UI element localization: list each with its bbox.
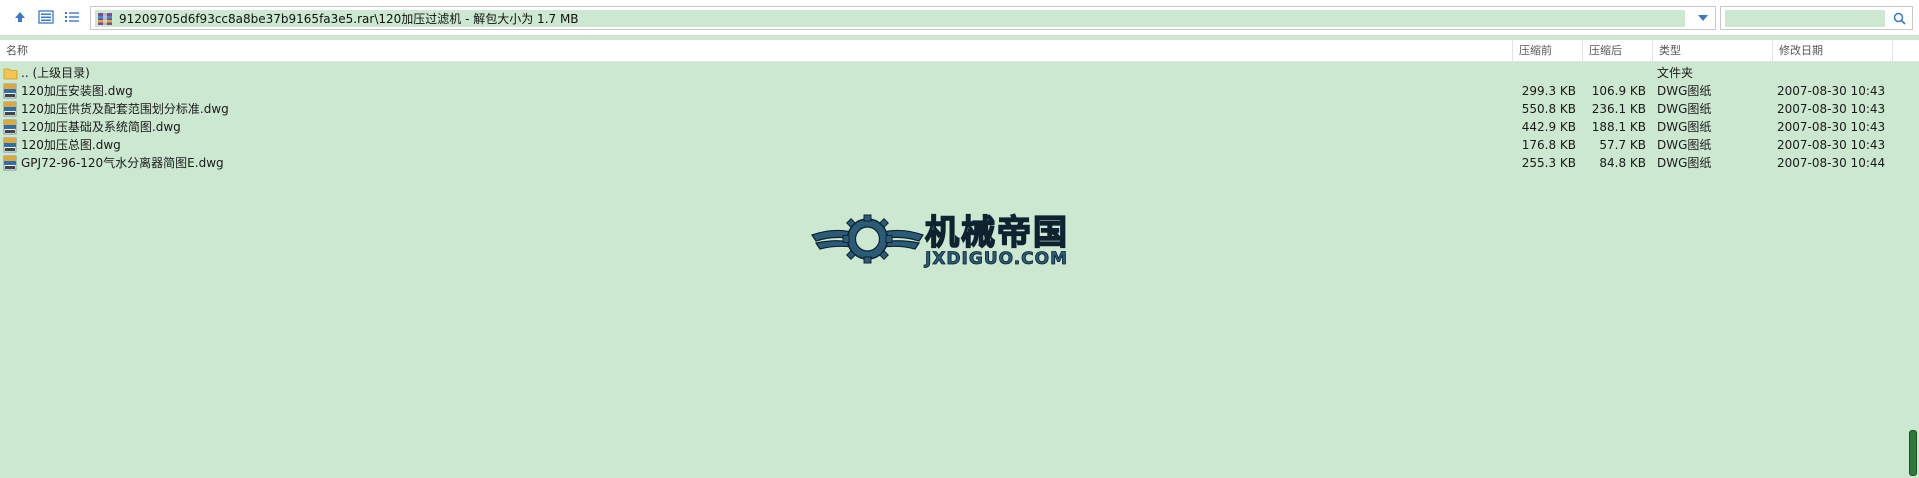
file-name: 120加压安装图.dwg [21,84,133,98]
file-size-before: 299.3 KB [1521,84,1576,98]
list-icon [65,12,79,22]
file-type: DWG图纸 [1657,120,1712,134]
column-after[interactable]: 压缩后 [1583,40,1653,62]
column-header: 名称 压缩前 压缩后 类型 修改日期 [0,40,1919,62]
file-size-after: 236.1 KB [1591,102,1646,116]
file-type: DWG图纸 [1657,138,1712,152]
column-type[interactable]: 类型 [1653,40,1773,62]
file-date: 2007-08-30 10:43 [1777,138,1886,152]
view-mode-button[interactable] [35,6,57,28]
column-before[interactable]: 压缩前 [1513,40,1583,62]
list-item[interactable]: 120加压总图.dwg 176.8 KB 57.7 KB DWG图纸 2007-… [0,136,1919,154]
dwg-file-icon [3,83,17,99]
watermark-logo: 机械帝国 JXDIGUO.COM [810,205,1110,275]
rar-archive-icon [98,12,112,25]
dwg-file-icon [3,119,17,135]
file-size-before [1510,64,1576,82]
file-type: 文件夹 [1657,66,1694,80]
list-item[interactable]: 120加压基础及系统简图.dwg 442.9 KB 188.1 KB DWG图纸… [0,118,1919,136]
toolbar: 91209705d6f93cc8a8be37b9165fa3e5.rar\120… [0,0,1919,36]
file-type: DWG图纸 [1657,156,1712,170]
file-type: DWG图纸 [1657,102,1712,116]
column-name[interactable]: 名称 [0,40,1513,62]
watermark-en-text: JXDIGUO.COM [925,249,1069,270]
file-size-before: 255.3 KB [1521,156,1576,170]
address-path-text: 91209705d6f93cc8a8be37b9165fa3e5.rar\120… [119,12,579,26]
file-date: 2007-08-30 10:43 [1777,102,1886,116]
file-date: 2007-08-30 10:44 [1777,156,1886,170]
arrow-up-icon [15,12,25,22]
column-date[interactable]: 修改日期 [1773,40,1893,62]
list-item[interactable]: GPJ72-96-120气水分离器简图E.dwg 255.3 KB 84.8 K… [0,154,1919,172]
file-date: 2007-08-30 10:43 [1777,120,1886,134]
folder-icon [3,68,18,80]
list-item-parent[interactable]: .. (上级目录) 文件夹 [0,64,1919,82]
address-bar[interactable]: 91209705d6f93cc8a8be37b9165fa3e5.rar\120… [90,6,1716,30]
view-details-icon [38,10,54,24]
file-size-after: 57.7 KB [1599,138,1646,152]
file-size-after [1580,64,1646,82]
winged-gear-emblem-icon [811,214,924,264]
up-folder-button[interactable] [9,6,31,28]
scrollbar-thumb[interactable] [1909,430,1917,476]
file-name: 120加压总图.dwg [21,138,121,152]
file-name: .. (上级目录) [21,66,90,80]
file-date: 2007-08-30 10:43 [1777,84,1886,98]
file-size-after: 188.1 KB [1591,120,1646,134]
file-size-after: 106.9 KB [1591,84,1646,98]
address-dropdown-button[interactable] [1695,11,1711,25]
file-size-before: 442.9 KB [1521,120,1576,134]
watermark-cn-text: 机械帝国 [924,212,1069,254]
search-input[interactable] [1725,10,1885,27]
dwg-file-icon [3,155,17,171]
search-icon [1893,12,1906,25]
file-size-before: 176.8 KB [1521,138,1576,152]
file-list: .. (上级目录) 文件夹 120加压安装图.dwg 299.3 KB 106.… [0,64,1919,172]
file-size-after: 84.8 KB [1599,156,1646,170]
file-name: GPJ72-96-120气水分离器简图E.dwg [21,156,224,170]
search-field[interactable] [1720,6,1913,30]
file-size-before: 550.8 KB [1521,102,1576,116]
file-name: 120加压基础及系统简图.dwg [21,120,181,134]
file-type: DWG图纸 [1657,84,1712,98]
list-item[interactable]: 120加压供货及配套范围划分标准.dwg 550.8 KB 236.1 KB D… [0,100,1919,118]
dwg-file-icon [3,101,17,117]
list-view-button[interactable] [61,6,83,28]
list-item[interactable]: 120加压安装图.dwg 299.3 KB 106.9 KB DWG图纸 200… [0,82,1919,100]
file-name: 120加压供货及配套范围划分标准.dwg [21,102,229,116]
dwg-file-icon [3,137,17,153]
search-button[interactable] [1890,10,1908,27]
chevron-down-icon [1698,15,1708,21]
